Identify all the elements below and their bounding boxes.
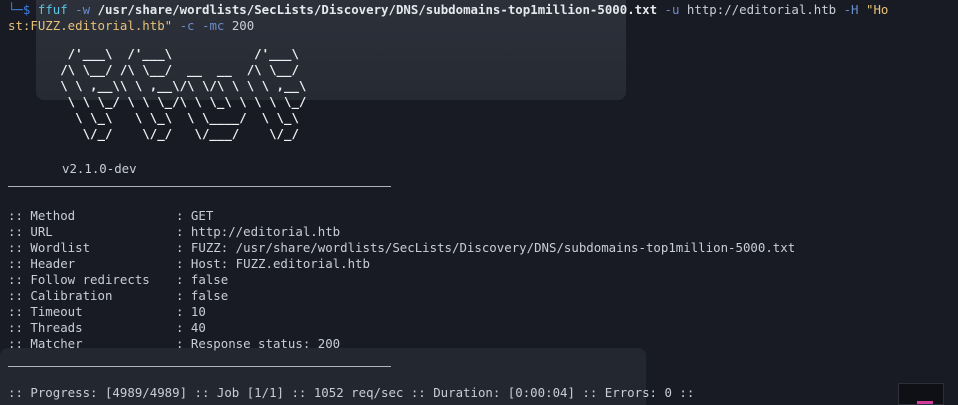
flag-w: -w xyxy=(75,2,91,17)
match-code: 200 xyxy=(231,18,255,33)
separator-bottom xyxy=(8,366,391,367)
wordlist-path: /usr/share/wordlists/SecLists/Discovery/… xyxy=(97,2,658,17)
config-key: :: Follow redirects xyxy=(8,272,150,287)
config-key: :: Wordlist xyxy=(8,240,91,255)
config-value: : 40 xyxy=(176,320,206,335)
ffuf-ascii-banner: /'___\ /'___\ /'___\ /\ \__/ /\ \__/ __ … xyxy=(60,46,307,141)
video-thumbnail xyxy=(898,383,944,405)
flag-c: -c xyxy=(179,18,195,33)
command-line: └─$ ffuf -w /usr/share/wordlists/SecList… xyxy=(8,2,888,18)
target-url: http://editorial.htb xyxy=(686,2,837,17)
config-key: :: Header xyxy=(8,256,76,271)
config-row: :: Wordlist : FUZZ: /usr/share/wordlists/… xyxy=(8,240,795,256)
config-value: : false xyxy=(176,272,229,287)
flag-mc: -mc xyxy=(201,18,225,33)
progress-status: :: Progress: [4989/4989] :: Job [1/1] ::… xyxy=(8,385,695,400)
config-key: :: Timeout xyxy=(8,304,83,319)
config-row: :: URL : http://editorial.htb xyxy=(8,224,340,240)
config-value: : Response status: 200 xyxy=(176,336,341,351)
config-row: :: Follow redirects : false xyxy=(8,272,228,288)
header-string-part2: st:FUZZ.editorial.htb" xyxy=(8,18,173,33)
config-row: :: Matcher : Response status: 200 xyxy=(8,336,340,352)
config-row: :: Threads : 40 xyxy=(8,320,206,336)
flag-H: -H xyxy=(843,2,859,17)
separator-top xyxy=(8,186,391,187)
config-value: : false xyxy=(176,288,229,303)
config-value: : http://editorial.htb xyxy=(176,224,341,239)
prompt-glyph: └─$ xyxy=(8,2,31,17)
command-program: ffuf xyxy=(37,2,68,17)
config-key: :: URL xyxy=(8,224,53,239)
config-row: :: Calibration : false xyxy=(8,288,228,304)
command-line-wrap: st:FUZZ.editorial.htb" -c -mc 200 xyxy=(8,18,254,34)
config-value: : FUZZ: /usr/share/wordlists/SecLists/Di… xyxy=(176,240,796,255)
config-key: :: Method xyxy=(8,208,76,223)
config-value: : Host: FUZZ.editorial.htb xyxy=(176,256,370,271)
config-key: :: Threads xyxy=(8,320,83,335)
config-value: : GET xyxy=(176,208,214,223)
header-string-part1: "Ho xyxy=(865,2,889,17)
flag-u: -u xyxy=(664,2,680,17)
config-row: :: Method : GET xyxy=(8,208,213,224)
config-row: :: Timeout : 10 xyxy=(8,304,206,320)
config-value: : 10 xyxy=(176,304,206,319)
config-row: :: Header : Host: FUZZ.editorial.htb xyxy=(8,256,370,272)
config-key: :: Calibration xyxy=(8,288,113,303)
ffuf-version: v2.1.0-dev xyxy=(62,161,137,176)
config-key: :: Matcher xyxy=(8,336,83,351)
